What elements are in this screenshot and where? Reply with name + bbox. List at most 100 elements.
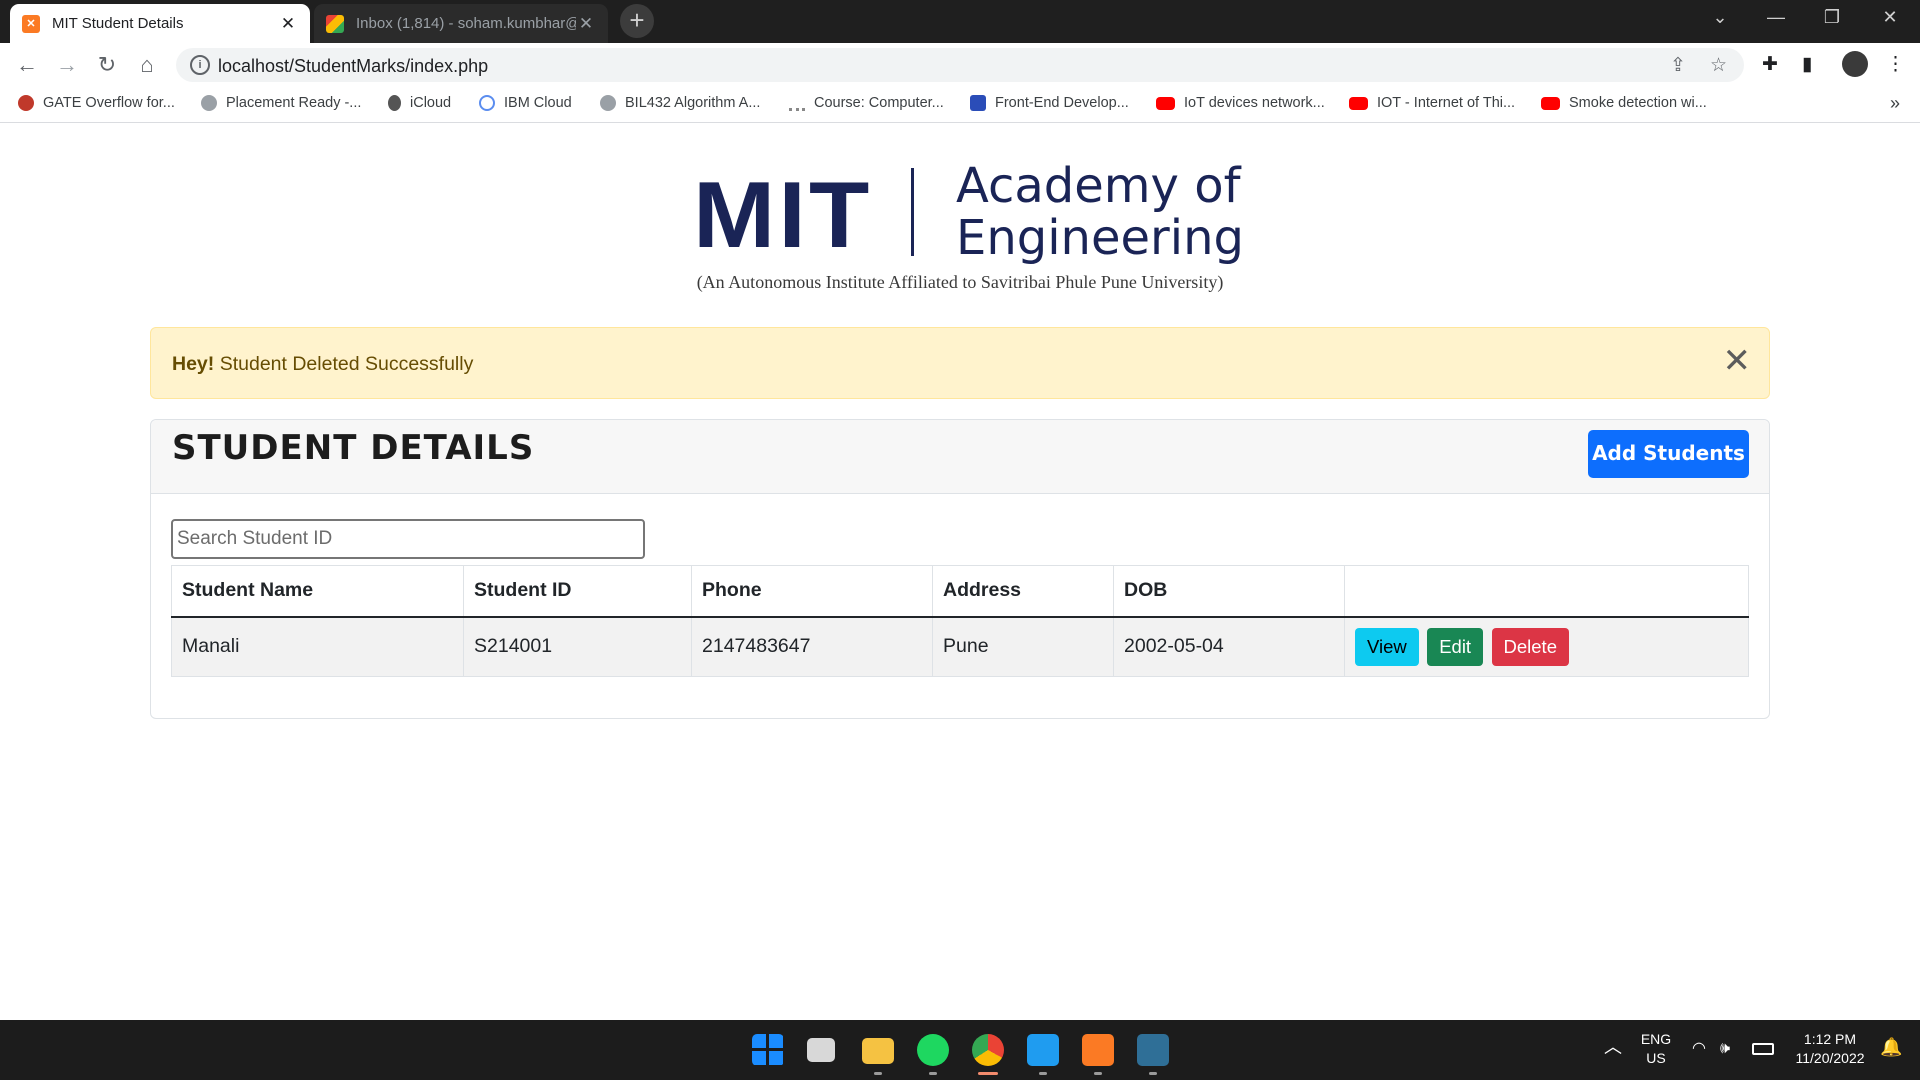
edit-button[interactable]: Edit (1427, 627, 1484, 666)
restore-button[interactable]: ❐ (1804, 0, 1860, 36)
column-header-address: Address (932, 565, 1114, 618)
clock[interactable]: 1:12 PM 11/20/2022 (1784, 1030, 1876, 1068)
bookmark-label: BIL432 Algorithm A... (625, 95, 761, 111)
more-bookmarks-icon[interactable]: » (1890, 93, 1900, 114)
new-tab-button[interactable]: + (620, 4, 654, 38)
bookmark-icloud[interactable]: iCloud (388, 95, 451, 111)
bookmark-label: Course: Computer... (814, 95, 944, 111)
close-alert-icon[interactable]: ✕ (1723, 344, 1752, 378)
share-icon[interactable]: ⇪ (1670, 54, 1686, 77)
delete-button[interactable]: Delete (1491, 627, 1569, 666)
bookmark-smoke-detection[interactable]: Smoke detection wi... (1541, 95, 1707, 111)
url-text: localhost/StudentMarks/index.php (218, 56, 489, 76)
menu-icon[interactable]: ⋮ (1886, 53, 1905, 76)
youtube-icon (1541, 96, 1560, 110)
close-tab-icon[interactable]: ✕ (278, 14, 298, 34)
cell-address: Pune (932, 616, 1114, 677)
mysql-workbench-icon[interactable] (1137, 1034, 1169, 1066)
add-students-button[interactable]: Add Students (1588, 430, 1749, 478)
youtube-icon (1156, 96, 1175, 110)
cloud-icon (479, 95, 495, 111)
close-window-button[interactable]: ✕ (1862, 0, 1918, 36)
bookmark-ibm-cloud[interactable]: IBM Cloud (479, 95, 572, 111)
address-bar[interactable]: i localhost/StudentMarks/index.php ⇪ ☆ (176, 48, 1744, 82)
home-icon[interactable]: ⌂ (131, 49, 163, 81)
tab-inbox[interactable]: Inbox (1,814) - soham.kumbhar@ ✕ (314, 4, 608, 43)
windows-start-icon[interactable] (752, 1034, 784, 1066)
cell-phone: 2147483647 (691, 616, 933, 677)
search-input[interactable] (171, 519, 645, 559)
cell-name: Manali (171, 616, 464, 677)
column-header-id: Student ID (463, 565, 692, 618)
view-button[interactable]: View (1355, 627, 1419, 666)
cell-id: S214001 (463, 616, 692, 677)
back-icon[interactable]: ← (11, 49, 43, 81)
bookmark-label: GATE Overflow for... (43, 95, 175, 111)
apple-icon (388, 95, 401, 111)
battery-icon[interactable] (1752, 1043, 1774, 1055)
close-tab-icon[interactable]: ✕ (576, 14, 596, 34)
xampp-icon[interactable] (1082, 1034, 1114, 1066)
minimize-button[interactable]: — (1748, 0, 1804, 36)
bookmark-label: Front-End Develop... (995, 95, 1129, 111)
wifi-icon[interactable]: ◠ (1692, 1039, 1706, 1058)
bookmark-front-end[interactable]: Front-End Develop... (970, 95, 1129, 111)
clock-time: 1:12 PM (1803, 1031, 1857, 1047)
bookmark-label: iCloud (410, 95, 452, 111)
profile-avatar[interactable] (1842, 51, 1868, 77)
show-hidden-icons-icon[interactable]: ︿ (1604, 1038, 1622, 1057)
bookmark-label: IBM Cloud (504, 95, 572, 111)
site-info-icon[interactable]: i (190, 55, 210, 75)
cell-dob: 2002-05-04 (1113, 616, 1345, 677)
page-title: STUDENT DETAILS (172, 428, 535, 468)
column-header-actions (1344, 565, 1749, 618)
volume-icon[interactable]: 🕪 (1720, 1039, 1730, 1058)
windows-taskbar: ︿ ENG US ◠ 🕪 1:12 PM 11/20/2022 🔔 (0, 1020, 1920, 1080)
gate-icon (18, 95, 34, 111)
notifications-icon[interactable]: 🔔 (1880, 1038, 1902, 1057)
column-header-dob: DOB (1113, 565, 1345, 618)
browser-tabstrip: ✕ MIT Student Details ✕ Inbox (1,814) - … (0, 0, 1920, 43)
extensions-icon[interactable]: ✚ (1762, 53, 1778, 76)
running-indicator (929, 1072, 937, 1075)
task-view-icon[interactable] (807, 1038, 835, 1062)
file-explorer-icon[interactable] (862, 1038, 894, 1064)
tab-mit-student-details[interactable]: ✕ MIT Student Details ✕ (10, 4, 310, 43)
globe-icon (600, 95, 616, 111)
vscode-icon[interactable] (1027, 1034, 1059, 1066)
forward-icon[interactable]: → (51, 49, 83, 81)
running-indicator (1149, 1072, 1157, 1075)
bookmark-label: Smoke detection wi... (1569, 95, 1707, 111)
bookmark-star-icon[interactable]: ☆ (1710, 54, 1727, 77)
bookmark-bil432[interactable]: BIL432 Algorithm A... (600, 95, 760, 111)
chrome-icon[interactable] (972, 1034, 1004, 1066)
running-indicator (1094, 1072, 1102, 1075)
alert-text: Student Deleted Successfully (214, 353, 474, 375)
youtube-icon (1349, 96, 1368, 110)
browser-toolbar: ← → ↻ ⌂ i localhost/StudentMarks/index.p… (0, 43, 1920, 87)
bookmark-placement-ready[interactable]: Placement Ready -... (201, 95, 361, 111)
spotify-icon[interactable] (917, 1034, 949, 1066)
bookmark-label: IOT - Internet of Thi... (1377, 95, 1516, 111)
success-alert: Hey! Student Deleted Successfully ✕ (150, 327, 1770, 399)
bookmarks-bar: GATE Overflow for... Placement Ready -..… (0, 87, 1920, 123)
logo-divider (911, 168, 914, 256)
logo-academy-text: Academy of Engineering (956, 160, 1244, 264)
logo-line2: Engineering (956, 210, 1244, 266)
language-indicator[interactable]: ENG US (1638, 1030, 1674, 1068)
table-row: Manali S214001 2147483647 Pune 2002-05-0… (171, 616, 1749, 677)
tab-search-icon[interactable]: ⌄ (1692, 0, 1748, 36)
cell-actions: View Edit Delete (1344, 616, 1749, 677)
cisco-icon (789, 95, 805, 111)
bookmark-iot-devices[interactable]: IoT devices network... (1156, 95, 1325, 111)
logo-line1: Academy of (956, 158, 1241, 214)
bookmark-iot-internet[interactable]: IOT - Internet of Thi... (1349, 95, 1515, 111)
clock-date: 11/20/2022 (1795, 1050, 1865, 1066)
side-panel-icon[interactable]: ▮ (1802, 53, 1812, 76)
reload-icon[interactable]: ↻ (91, 49, 123, 81)
bookmark-course-computer[interactable]: Course: Computer... (789, 95, 944, 111)
bookmark-label: Placement Ready -... (226, 95, 362, 111)
bookmark-gate-overflow[interactable]: GATE Overflow for... (18, 95, 175, 111)
logo-mit-text: MIT (693, 162, 873, 267)
column-header-phone: Phone (691, 565, 933, 618)
